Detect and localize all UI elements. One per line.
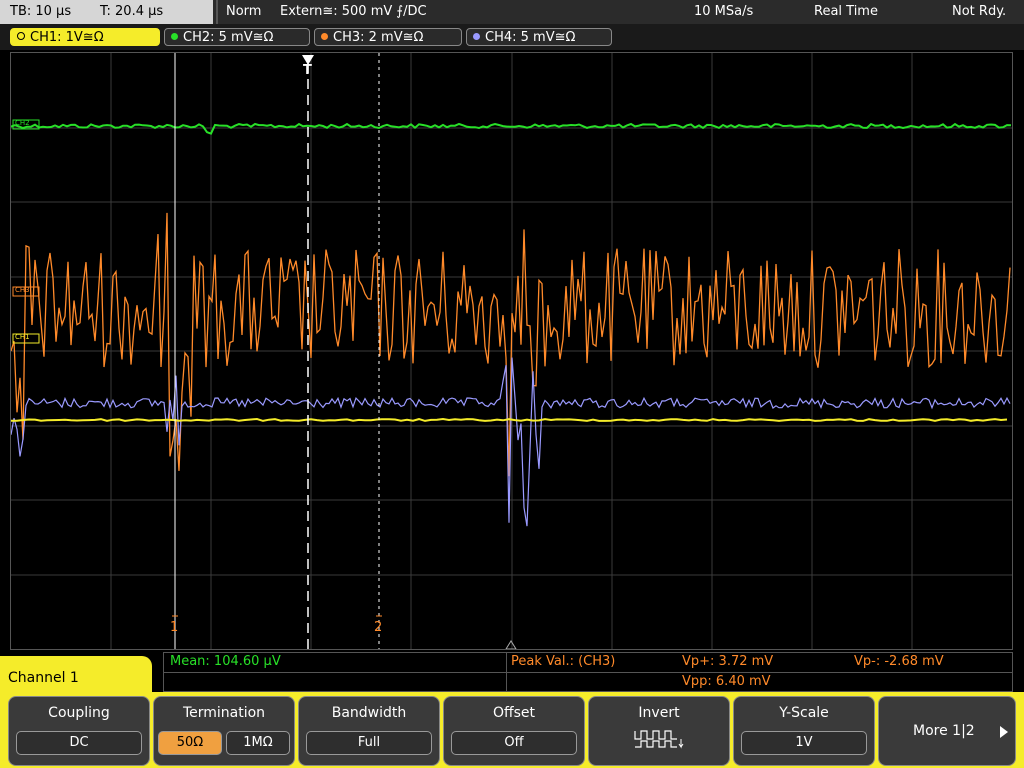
- ch4-indicator-icon: [473, 33, 480, 40]
- timebase-box[interactable]: TB: 10 µs T: 20.4 µs: [0, 0, 213, 24]
- yscale-label: Y-Scale: [779, 705, 829, 721]
- trigger-offset-marker-icon: [505, 640, 517, 649]
- bandwidth-softkey[interactable]: Bandwidth Full: [298, 696, 440, 766]
- mean-measurement: Mean: 104.60 µV: [170, 654, 281, 669]
- offset-label: Offset: [492, 705, 536, 721]
- invert-softkey[interactable]: Invert: [588, 696, 730, 766]
- ch3-ref-label: CH3: [15, 286, 30, 294]
- timebase-readout: TB: 10 µs: [10, 4, 72, 19]
- vp-minus-measurement: Vp-: -2.68 mV: [854, 654, 944, 669]
- coupling-label: Coupling: [48, 705, 110, 721]
- termination-1mohm-option[interactable]: 1MΩ: [226, 731, 290, 755]
- menu-title: Channel 1: [0, 656, 152, 692]
- more-label: More 1|2: [913, 723, 975, 739]
- measurement-panel: Mean: 104.60 µV Peak Val.: (CH3) Vp+: 3.…: [163, 652, 1013, 692]
- measurement-divider-v: [506, 653, 507, 691]
- coupling-value[interactable]: DC: [16, 731, 142, 755]
- yscale-value[interactable]: 1V: [741, 731, 867, 755]
- ch2-ref-label: CH2: [15, 119, 30, 127]
- ch1-indicator-icon: [17, 32, 25, 40]
- ch2-trace: [11, 122, 1012, 135]
- more-softkey[interactable]: More 1|2: [878, 696, 1016, 766]
- tab-ch1[interactable]: CH1: 1V≅Ω: [10, 28, 160, 46]
- termination-softkey[interactable]: Termination 50Ω 1MΩ: [153, 696, 295, 766]
- waveform-display[interactable]: CH2 CH3 CH1 T 1 2: [10, 52, 1013, 650]
- ch1-trace: [11, 417, 1008, 422]
- termination-50ohm-option[interactable]: 50Ω: [158, 731, 222, 755]
- peak-measurement-label: Peak Val.: (CH3): [511, 654, 616, 669]
- measurement-divider: [164, 672, 1012, 673]
- tab-ch4-label: CH4: 5 mV≅Ω: [485, 30, 576, 45]
- more-arrow-icon: [1000, 726, 1008, 738]
- acquisition-status: Not Rdy.: [952, 4, 1007, 19]
- coupling-softkey[interactable]: Coupling DC: [8, 696, 150, 766]
- sample-rate: 10 MSa/s: [694, 4, 754, 19]
- trigger-label: T: [303, 63, 312, 78]
- ch2-indicator-icon: [171, 33, 178, 40]
- tab-ch2-label: CH2: 5 mV≅Ω: [183, 30, 274, 45]
- yscale-softkey[interactable]: Y-Scale 1V: [733, 696, 875, 766]
- invert-waveform-icon: [634, 730, 684, 749]
- tab-ch1-label: CH1: 1V≅Ω: [30, 30, 104, 45]
- cursor-2-label: 2: [374, 620, 383, 635]
- cursor-1-label: 1: [170, 620, 179, 635]
- tab-ch4[interactable]: CH4: 5 mV≅Ω: [466, 28, 612, 46]
- offset-softkey[interactable]: Offset Off: [443, 696, 585, 766]
- vpp-measurement: Vpp: 6.40 mV: [682, 674, 771, 689]
- vp-plus-measurement: Vp+: 3.72 mV: [682, 654, 774, 669]
- waveform-canvas: [11, 53, 1012, 649]
- ch1-ref-label: CH1: [15, 333, 30, 341]
- invert-label: Invert: [638, 705, 680, 721]
- tab-ch2[interactable]: CH2: 5 mV≅Ω: [164, 28, 310, 46]
- tab-ch3[interactable]: CH3: 2 mV≅Ω: [314, 28, 462, 46]
- trigger-time-readout: T: 20.4 µs: [100, 4, 164, 19]
- trigger-mode[interactable]: Norm: [226, 0, 261, 24]
- status-divider: [216, 0, 218, 24]
- bandwidth-value[interactable]: Full: [306, 731, 432, 755]
- trigger-source[interactable]: Extern≅: 500 mV ⨍/DC: [280, 0, 427, 24]
- termination-label: Termination: [182, 705, 266, 721]
- acquisition-mode: Real Time: [814, 4, 878, 19]
- ch3-indicator-icon: [321, 33, 328, 40]
- bandwidth-label: Bandwidth: [331, 705, 407, 721]
- tab-ch3-label: CH3: 2 mV≅Ω: [333, 30, 424, 45]
- offset-value[interactable]: Off: [451, 731, 577, 755]
